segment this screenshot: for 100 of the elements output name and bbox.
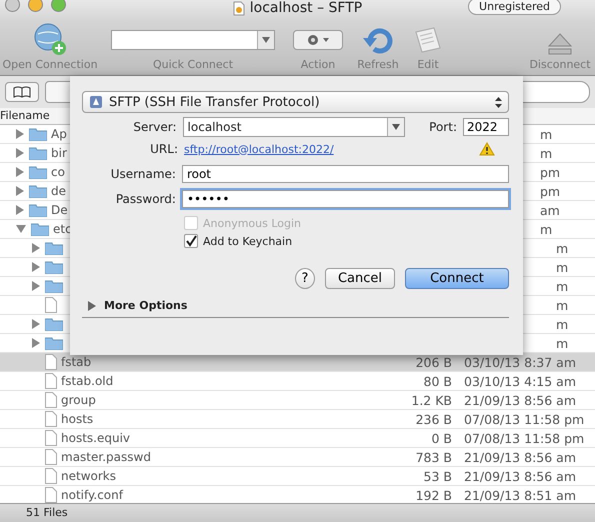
file-name: bir: [51, 146, 67, 160]
file-row[interactable]: networks 53 B 21/09/13 8:56 am: [0, 467, 595, 486]
folder-icon: [45, 260, 63, 274]
file-icon: [45, 411, 57, 427]
file-date: am: [540, 202, 560, 218]
file-size: 206 B: [416, 354, 452, 370]
file-icon: [45, 430, 57, 446]
dropdown-arrow-icon[interactable]: [392, 124, 400, 130]
checkbox-option[interactable]: Add to Keychain: [184, 234, 509, 248]
file-date: m: [556, 278, 568, 294]
file-row[interactable]: hosts 236 B 07/08/13 11:58 pm: [0, 410, 595, 429]
file-name: fstab: [61, 355, 92, 369]
file-row[interactable]: hosts.equiv 0 B 07/08/13 11:58 pm: [0, 429, 595, 448]
toolbar-label: Quick Connect: [152, 58, 234, 71]
password-label: Password:: [114, 192, 177, 206]
toolbar-label: Edit: [417, 58, 439, 71]
file-name: networks: [61, 469, 116, 483]
file-name: group: [61, 393, 96, 407]
checkmark-icon: [185, 235, 197, 247]
port-label: Port:: [429, 120, 457, 134]
file-date: m: [540, 146, 552, 160]
dropdown-arrow-icon[interactable]: [262, 37, 270, 43]
folder-icon: [45, 317, 63, 331]
file-row[interactable]: fstab.old 80 B 03/10/13 4:15 am: [0, 372, 595, 391]
unregistered-badge[interactable]: Unregistered: [468, 0, 561, 15]
file-icon: [45, 373, 57, 389]
zoom-button[interactable]: [51, 0, 66, 12]
help-button[interactable]: ?: [295, 268, 315, 289]
folder-icon: [29, 165, 47, 179]
minimize-button[interactable]: [28, 0, 43, 12]
toolbar-label: Action: [300, 58, 336, 71]
file-size: 783 B: [416, 450, 452, 464]
username-label: Username:: [110, 167, 177, 181]
file-name: master.passwd: [61, 450, 151, 464]
file-date: pm: [540, 184, 560, 198]
file-date: 21/09/13 8:56 am: [464, 468, 576, 484]
folder-icon: [29, 203, 47, 217]
column-header[interactable]: Filename: [0, 109, 50, 122]
file-icon: [45, 449, 57, 465]
file-date: 21/09/13 8:51 am: [464, 488, 576, 502]
file-name: notify.conf: [61, 488, 123, 502]
file-count: 51 Files: [26, 506, 68, 519]
url-label: URL:: [149, 142, 179, 156]
bookmarks-button[interactable]: [5, 82, 39, 102]
username-field[interactable]: root: [182, 165, 509, 183]
window-title: localhost – SFTP: [250, 0, 362, 16]
toolbar-label: Refresh: [357, 58, 399, 71]
file-date: m: [540, 126, 552, 142]
connect-button[interactable]: Connect: [405, 268, 509, 289]
port-field[interactable]: 2022: [463, 118, 509, 136]
drive-icon: [89, 95, 103, 109]
file-row[interactable]: group 1.2 KB 21/09/13 8:56 am: [0, 391, 595, 410]
url-link[interactable]: sftp://root@localhost:2022/: [184, 142, 334, 156]
file-name: hosts.equiv: [61, 431, 130, 445]
disclosure-triangle[interactable]: [88, 300, 96, 310]
password-field[interactable]: ••••••: [182, 190, 509, 208]
file-date: 07/08/13 11:58 pm: [464, 430, 584, 446]
folder-icon: [45, 336, 63, 350]
file-date: m: [556, 316, 568, 332]
cancel-button[interactable]: Cancel: [325, 268, 395, 289]
file-date: 07/08/13 11:58 pm: [464, 412, 584, 426]
file-date: 03/10/13 8:37 am: [464, 354, 576, 370]
file-date: m: [556, 240, 568, 256]
file-size: 192 B: [416, 488, 452, 502]
file-date: 21/09/13 8:56 am: [464, 450, 576, 464]
file-size: 53 B: [424, 468, 452, 484]
file-size: 1.2 KB: [411, 392, 452, 408]
folder-icon: [29, 127, 47, 141]
file-row[interactable]: fstab 206 B 03/10/13 8:37 am: [0, 353, 595, 372]
globe-icon[interactable]: [33, 22, 67, 56]
document-icon: [232, 0, 245, 16]
action-button[interactable]: [293, 30, 343, 50]
gear-icon: [305, 33, 331, 47]
folder-icon: [31, 222, 49, 236]
folder-icon: [29, 184, 47, 198]
book-icon: [13, 86, 31, 98]
refresh-icon[interactable]: [362, 26, 394, 56]
quick-connect-field[interactable]: [111, 30, 275, 50]
folder-icon: [29, 146, 47, 160]
close-button[interactable]: [5, 0, 20, 12]
server-label: Server:: [132, 120, 178, 134]
file-size: 0 B: [431, 430, 452, 446]
file-size: 236 B: [416, 412, 452, 426]
file-name: etc: [53, 222, 72, 236]
file-row[interactable]: master.passwd 783 B 21/09/13 8:56 am: [0, 448, 595, 467]
server-field[interactable]: localhost: [182, 117, 406, 137]
more-options-label[interactable]: More Options: [104, 299, 188, 312]
file-name: De: [51, 203, 68, 217]
file-name: de: [51, 184, 66, 198]
file-icon: [45, 297, 57, 313]
file-date: 21/09/13 8:56 am: [464, 392, 576, 408]
folder-icon: [45, 241, 63, 255]
eject-icon[interactable]: [547, 32, 573, 56]
stepper-arrows-icon: [495, 96, 502, 108]
file-date: m: [540, 222, 552, 236]
file-icon: [45, 392, 57, 408]
file-name: fstab.old: [61, 374, 114, 388]
protocol-popup[interactable]: SFTP (SSH File Transfer Protocol): [82, 91, 509, 113]
file-icon: [45, 468, 57, 484]
file-date: 03/10/13 4:15 am: [464, 374, 576, 388]
